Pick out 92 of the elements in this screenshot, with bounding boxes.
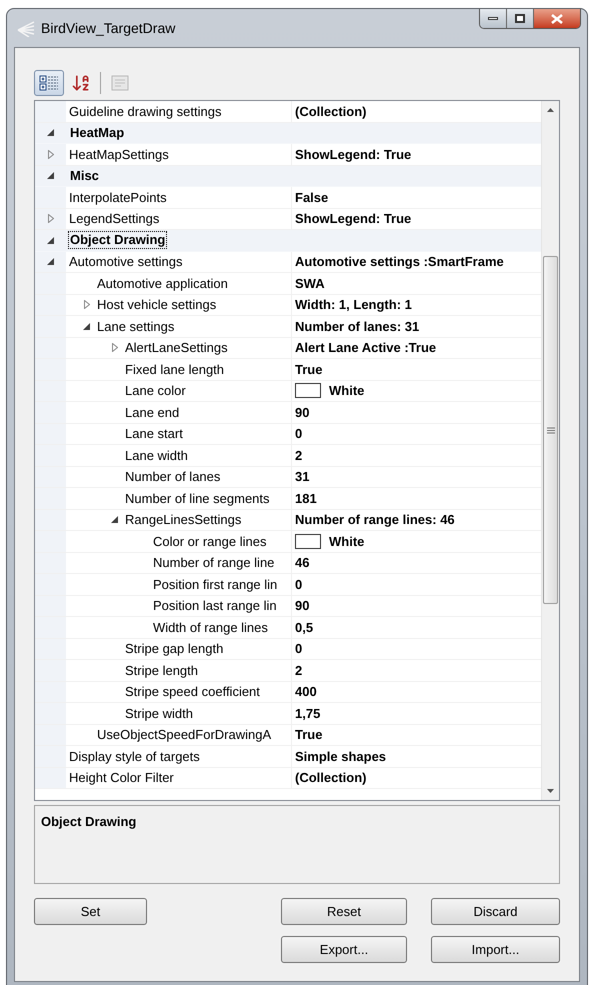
property-name[interactable]: Lane color [125,381,186,400]
expanded-arrow-icon[interactable] [111,516,118,524]
property-name[interactable]: AlertLaneSettings [125,338,228,358]
expanded-arrow-icon[interactable] [47,172,54,180]
property-value[interactable]: 2 [295,660,302,680]
property-name[interactable]: RangeLinesSettings [125,510,242,530]
property-name[interactable]: Lane end [125,402,180,422]
expanded-arrow-icon[interactable] [47,129,54,136]
property-value[interactable]: Automotive settings :SmartFrame [295,252,504,272]
property-value[interactable]: (Collection) [295,102,366,121]
maximize-button[interactable] [507,9,534,28]
property-value[interactable]: ShowLegend: True [295,144,412,164]
property-value[interactable]: White [329,381,364,400]
categorized-list-icon [39,74,59,92]
reset-button[interactable]: Reset [281,898,407,925]
property-value[interactable]: 46 [295,553,310,572]
categorized-view-button[interactable] [34,70,64,96]
expanded-arrow-icon[interactable] [47,258,54,266]
property-pages-icon [111,75,129,91]
property-name[interactable]: Stripe gap length [125,639,224,658]
property-name[interactable]: Display style of targets [69,746,200,766]
minimize-icon [488,17,498,20]
category-label[interactable]: Object Drawing [68,231,168,250]
property-name[interactable]: Number of lanes [125,467,220,486]
collapsed-arrow-icon[interactable] [84,300,90,310]
property-value[interactable]: 181 [295,488,317,508]
property-value[interactable]: 90 [295,402,310,422]
property-value[interactable]: 0,5 [295,618,314,637]
set-button[interactable]: Set [34,898,147,925]
collapsed-arrow-icon[interactable] [48,214,54,224]
property-name[interactable]: Stripe speed coefficient [125,682,260,702]
collapsed-arrow-icon[interactable] [48,150,54,159]
property-value[interactable]: Number of lanes: 31 [295,316,420,336]
property-value[interactable]: SWA [295,274,325,293]
close-icon [551,14,563,24]
property-value[interactable]: Number of range lines: 46 [295,510,455,530]
property-value[interactable]: 90 [295,596,310,616]
property-name[interactable]: Number of line segments [125,488,270,508]
property-name[interactable]: Host vehicle settings [97,295,216,314]
property-name[interactable]: Lane settings [97,316,174,336]
property-name[interactable]: Position last range lin [153,596,277,616]
category-label[interactable]: Misc [68,166,101,185]
property-name[interactable]: InterpolatePoints [69,188,167,207]
property-name[interactable]: Fixed lane length [125,360,224,379]
property-value[interactable]: 31 [295,467,310,486]
grip-icon [546,426,554,434]
close-button[interactable] [534,9,580,28]
property-value[interactable]: False [295,188,328,207]
property-value[interactable]: True [295,725,322,744]
property-value[interactable]: 400 [295,682,317,702]
property-name[interactable]: Height Color Filter [69,768,174,788]
vertical-scrollbar[interactable] [541,101,559,800]
property-name[interactable]: HeatMapSettings [69,144,169,164]
property-value[interactable]: Simple shapes [295,746,386,766]
scrollbar-thumb[interactable] [543,256,558,604]
property-name[interactable]: Color or range lines [153,532,266,551]
property-value[interactable]: Alert Lane Active :True [295,338,436,358]
expanded-arrow-icon[interactable] [47,236,54,244]
property-name[interactable]: Stripe length [125,660,198,680]
property-value[interactable]: White [329,532,364,551]
property-name[interactable]: Lane start [125,424,183,444]
property-name[interactable]: Guideline drawing settings [69,102,222,121]
app-icon [17,20,35,36]
expanded-arrow-icon[interactable] [83,322,90,330]
property-value[interactable]: True [295,360,322,379]
category-label[interactable]: HeatMap [68,124,126,142]
import-button[interactable]: Import... [431,936,560,963]
property-name[interactable]: Automotive application [97,274,228,293]
export-button[interactable]: Export... [281,936,407,963]
property-name[interactable]: LegendSettings [69,209,160,228]
property-value[interactable]: Width: 1, Length: 1 [295,295,412,314]
property-name[interactable]: Automotive settings [69,252,182,272]
property-value[interactable]: 0 [295,574,302,594]
property-name[interactable]: UseObjectSpeedForDrawingA [97,725,272,744]
window-title: BirdView_TargetDraw [41,19,176,38]
property-name[interactable]: Lane width [125,446,188,465]
property-value[interactable]: 2 [295,446,302,465]
minimize-button[interactable] [480,9,507,28]
property-name[interactable]: Width of range lines [153,618,268,637]
discard-button[interactable]: Discard [431,898,560,925]
property-name[interactable]: Position first range lin [153,574,278,594]
property-value[interactable]: 0 [295,639,302,658]
property-value[interactable]: ShowLegend: True [295,209,412,228]
property-value[interactable]: 0 [295,424,302,444]
property-value[interactable]: (Collection) [295,768,366,788]
description-title: Object Drawing [41,814,136,829]
property-name[interactable]: Stripe width [125,704,193,723]
property-name[interactable]: Number of range line [153,553,274,572]
maximize-icon [515,14,525,23]
property-value[interactable]: 1,75 [295,704,320,723]
collapsed-arrow-icon[interactable] [112,343,118,352]
sort-az-icon [71,73,91,93]
